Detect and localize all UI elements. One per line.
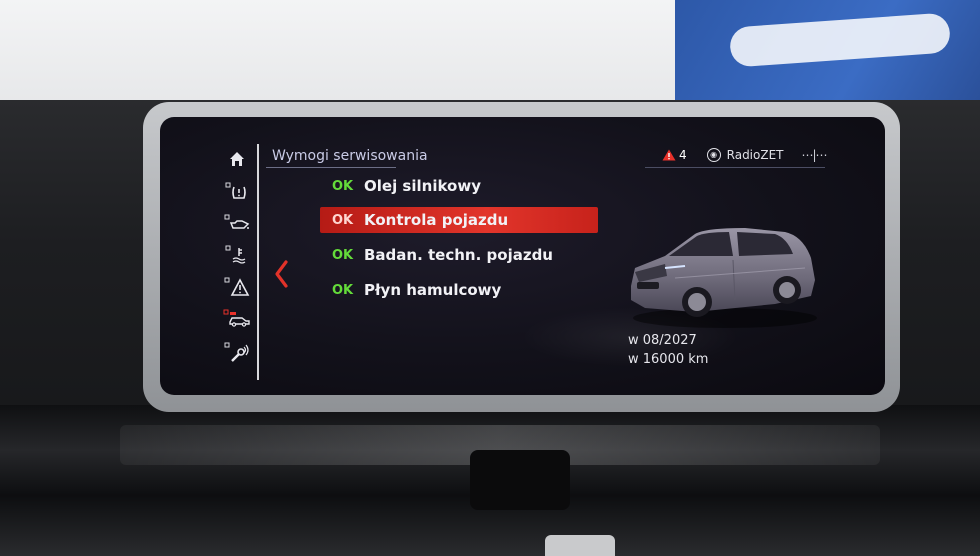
list-item[interactable]: OK Olej silnikowy	[320, 173, 598, 199]
item-label: Olej silnikowy	[364, 177, 481, 195]
warning-count: 4	[679, 148, 687, 162]
home-icon[interactable]	[221, 144, 253, 174]
item-label: Badan. techn. pojazdu	[364, 246, 553, 264]
status-bar: 4 ◉ RadioZET ⋯|⋯	[662, 148, 828, 162]
infotainment-screen: Wymogi serwisowania 4 ◉ RadioZET ⋯|⋯ OK …	[160, 117, 885, 395]
tire-pressure-icon[interactable]	[221, 176, 253, 206]
status-divider	[645, 167, 825, 168]
status-ok: OK	[332, 212, 354, 228]
warning-indicator[interactable]: 4	[662, 148, 687, 162]
service-due-info: w 08/2027 w 16000 km	[628, 331, 708, 369]
radio-station[interactable]: RadioZET	[727, 148, 784, 162]
due-date: w 08/2027	[628, 333, 697, 348]
list-item[interactable]: OK Płyn hamulcowy	[320, 277, 598, 303]
coolant-icon[interactable]	[221, 240, 253, 270]
radio-icon: ◉	[706, 148, 721, 162]
item-label: Kontrola pojazdu	[364, 211, 509, 229]
back-chevron-icon[interactable]	[272, 259, 290, 289]
due-distance: w 16000 km	[628, 352, 709, 367]
page-title: Wymogi serwisowania	[272, 148, 428, 164]
oil-can-icon[interactable]	[221, 208, 253, 238]
control-knob	[545, 535, 615, 556]
status-ok: OK	[332, 178, 354, 194]
car-service-icon[interactable]	[221, 304, 253, 334]
phone-link-icon: ⋯|⋯	[801, 148, 828, 162]
warning-triangle-icon[interactable]	[221, 272, 253, 302]
status-ok: OK	[332, 282, 354, 298]
list-item-selected[interactable]: OK Kontrola pojazdu	[320, 207, 598, 233]
side-nav	[217, 144, 259, 382]
vehicle-image	[625, 220, 817, 332]
title-divider	[266, 167, 396, 168]
list-item[interactable]: OK Badan. techn. pojazdu	[320, 242, 598, 268]
status-ok: OK	[332, 247, 354, 263]
warning-triangle-icon	[662, 149, 676, 161]
wrench-icon[interactable]	[221, 338, 253, 368]
air-vent	[470, 450, 570, 510]
item-label: Płyn hamulcowy	[364, 281, 502, 299]
background-banner	[675, 0, 980, 112]
